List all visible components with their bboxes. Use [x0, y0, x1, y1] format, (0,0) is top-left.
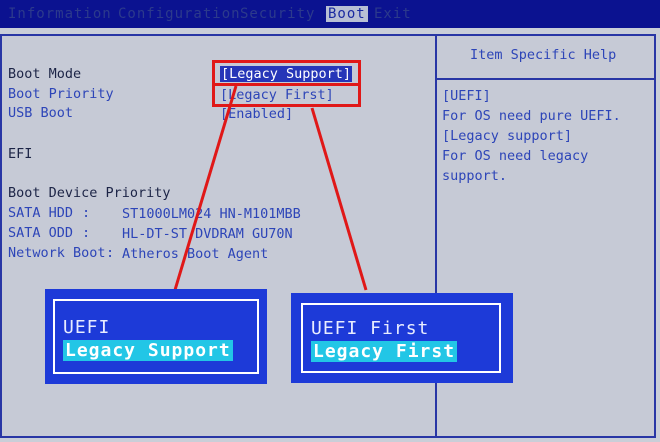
menu-information[interactable]: Information	[8, 6, 112, 22]
help-line-5: support.	[442, 168, 508, 184]
menu-boot[interactable]: Boot	[326, 6, 368, 22]
help-line-4: For OS need legacy	[442, 148, 589, 164]
device-name-sata-hdd: SATA HDD	[8, 205, 74, 221]
help-line-2: For OS need pure UEFI.	[442, 108, 621, 124]
device-desc-sata-hdd[interactable]: ST1000LM024 HN-M101MBB	[122, 206, 301, 222]
boot-mode-label: Boot Mode	[8, 66, 82, 82]
annotation-box-boot-priority	[212, 83, 361, 107]
boot-priority-option-uefi-first[interactable]: UEFI First	[311, 318, 429, 339]
help-title: Item Specific Help	[470, 47, 617, 63]
device-sep-network-boot: :	[106, 245, 115, 261]
efi-label: EFI	[8, 146, 33, 162]
device-sep-sata-hdd: :	[82, 205, 91, 221]
help-line-1: [UEFI]	[442, 88, 491, 104]
boot-mode-popup: UEFI Legacy Support	[45, 289, 267, 384]
help-title-separator	[437, 78, 656, 80]
help-line-3: [Legacy support]	[442, 128, 573, 144]
bios-screen: Information Configuration Security Boot …	[0, 0, 660, 442]
boot-priority-label: Boot Priority	[8, 86, 114, 102]
boot-priority-option-legacy-first[interactable]: Legacy First	[311, 341, 458, 362]
device-desc-sata-odd[interactable]: HL-DT-ST DVDRAM GU70N	[122, 226, 293, 242]
device-sep-sata-odd: :	[82, 225, 91, 241]
usb-boot-value[interactable]: [Enabled]	[220, 106, 293, 122]
device-name-network-boot: Network Boot	[8, 245, 106, 261]
usb-boot-label: USB Boot	[8, 105, 74, 121]
menu-configuration[interactable]: Configuration	[118, 6, 241, 22]
boot-mode-option-uefi[interactable]: UEFI	[63, 317, 110, 338]
bios-menu-bar: Information Configuration Security Boot …	[0, 0, 660, 28]
boot-mode-option-legacy-support[interactable]: Legacy Support	[63, 340, 233, 361]
menu-security[interactable]: Security	[240, 6, 315, 22]
boot-device-priority-title: Boot Device Priority	[8, 185, 171, 201]
menu-exit[interactable]: Exit	[374, 6, 412, 22]
device-name-sata-odd: SATA ODD	[8, 225, 74, 241]
boot-priority-popup: UEFI First Legacy First	[291, 293, 513, 383]
device-desc-network-boot[interactable]: Atheros Boot Agent	[122, 246, 268, 262]
